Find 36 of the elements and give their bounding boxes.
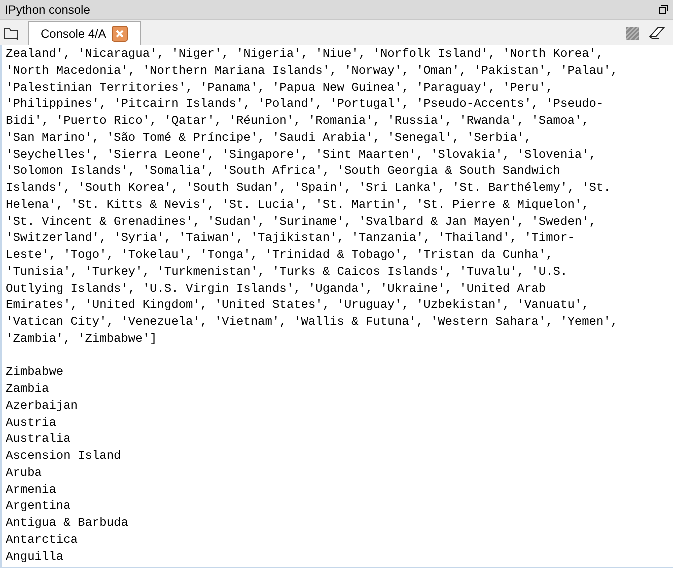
output-line: Antarctica	[6, 532, 78, 548]
output-line: Australia	[6, 431, 71, 448]
output-line: Islands', 'South Korea', 'South Sudan', 'Spain', 'Sri Lanka', 'St. Barthélemy', 'St.	[6, 180, 611, 197]
output-line: 'San Marino', 'São Tomé & Príncipe', 'Saudi Arabia', 'Senegal', 'Serbia',	[6, 130, 532, 146]
output-line: 'Tunisia', 'Turkey', 'Turkmenistan', 'Turks & Caicos Islands', 'Tuvalu', 'U.S.	[6, 264, 568, 280]
output-line: Armenia	[6, 482, 56, 498]
output-line: 'Seychelles', 'Sierra Leone', 'Singapore', 'Sint Maarten', 'Slovakia', 'Slovenia',	[6, 146, 596, 164]
output-line: 'Palestinian Territories', 'Panama', 'Papua New Guinea', 'Paraguay', 'Peru',	[6, 80, 554, 96]
output-line: Outlying Islands', 'U.S. Virgin Islands', 'Uganda', 'Ukraine', 'United Arab	[6, 280, 546, 298]
output-line: Azerbaijan	[6, 398, 78, 414]
undock-icon[interactable]	[659, 5, 668, 14]
output-line: Antigua & Barbuda	[6, 515, 128, 532]
output-line: 'St. Vincent & Grenadines', 'Sudan', 'Suriname', 'Svalbard & Jan Mayen', 'Sweden',	[6, 214, 596, 230]
output-line: Bidi', 'Puerto Rico', 'Qatar', 'Réunion', 'Romania', 'Russia', 'Rwanda', 'Samoa',	[6, 113, 590, 130]
folder-icon[interactable]	[4, 27, 20, 41]
output-line: Austria	[6, 414, 56, 432]
output-line: Helena', 'St. Kitts & Nevis', 'St. Lucia', 'St. Martin', 'St. Pierre & Miquelon',	[6, 196, 590, 214]
output-line: Zealand', 'Nicaragua', 'Niger', 'Nigeria', 'Niue', 'Norfolk Island', 'North Korea',	[6, 46, 604, 63]
output-line: Ascension Island	[6, 448, 122, 465]
output-line: Emirates', 'United Kingdom', 'United States', 'Uruguay', 'Uzbekistan', 'Vanuatu',	[6, 297, 590, 314]
close-icon[interactable]	[112, 26, 128, 42]
output-line: Anguilla	[6, 548, 64, 566]
output-line: Argentina	[6, 498, 71, 515]
output-line: 'Zambia', 'Zimbabwe']	[6, 330, 158, 348]
output-line: 'Solomon Islands', 'Somalia', 'South Africa', 'South Georgia & South Sandwich	[6, 163, 560, 180]
eraser-icon[interactable]	[649, 27, 665, 40]
output-line: Leste', 'Togo', 'Tokelau', 'Tonga', 'Trinidad & Tobago', 'Tristan da Cunha',	[6, 247, 554, 264]
console-tab[interactable]: Console 4/A	[28, 21, 142, 45]
output-line: 'Philippines', 'Pitcairn Islands', 'Poland', 'Portugal', 'Pseudo-Accents', 'Pseudo-	[6, 96, 604, 113]
output-line: Zambia	[6, 381, 50, 398]
output-line: Zimbabwe	[6, 364, 64, 381]
output-line: 'Vatican City', 'Venezuela', 'Vietnam', 'Wallis & Futuna', 'Western Sahara', 'Yemen',	[6, 314, 618, 331]
pane-title: IPython console	[5, 2, 90, 18]
output-line: 'North Macedonia', 'Northern Mariana Islands', 'Norway', 'Oman', 'Pakistan', 'Palau',	[6, 62, 618, 80]
output-line: 'Switzerland', 'Syria', 'Taiwan', 'Tajikistan', 'Tanzania', 'Thailand', 'Timor-	[6, 230, 575, 247]
output-line: Aruba	[6, 464, 42, 482]
